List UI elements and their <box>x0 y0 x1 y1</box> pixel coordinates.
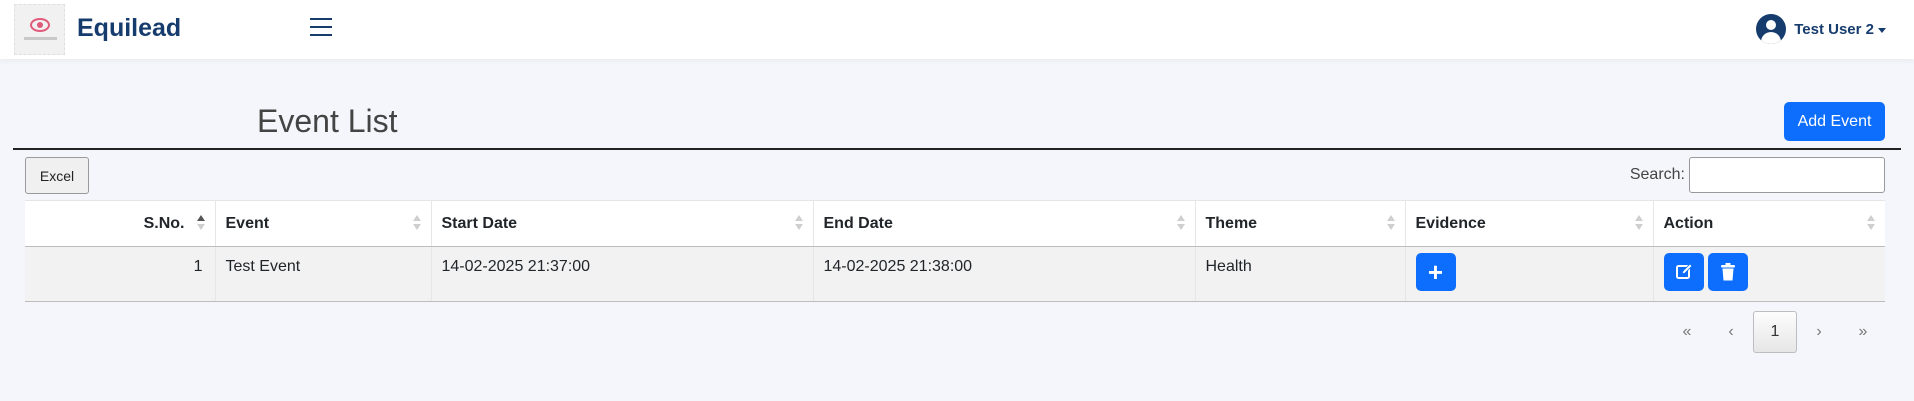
edit-button[interactable] <box>1663 253 1704 291</box>
page-first-button[interactable]: « <box>1665 311 1709 353</box>
page-prev-button[interactable]: ‹ <box>1709 311 1753 353</box>
search-box: Search: <box>1630 157 1885 193</box>
brand-name[interactable]: Equilead <box>77 14 181 43</box>
event-table: S.No. Event Start Date End Date Theme Ev… <box>25 200 1885 302</box>
page-title: Event List <box>257 103 398 139</box>
user-circle-icon <box>1756 14 1787 44</box>
excel-export-button[interactable]: Excel <box>25 157 89 194</box>
plus-icon: + <box>1427 257 1444 287</box>
column-header-sno[interactable]: S.No. <box>25 200 215 247</box>
cell-event: Test Event <box>214 246 431 302</box>
sort-icon <box>1176 215 1185 231</box>
cell-evidence: + <box>1404 246 1653 302</box>
page-last-button[interactable]: » <box>1841 311 1885 353</box>
company-logo[interactable] <box>14 4 65 55</box>
hamburger-icon[interactable] <box>310 18 332 38</box>
sort-icon <box>1634 215 1643 231</box>
logo-caption <box>24 37 57 40</box>
edit-icon <box>1675 263 1693 279</box>
column-header-action[interactable]: Action <box>1652 200 1885 247</box>
cell-start-date: 14-02-2025 21:37:00 <box>430 246 813 302</box>
logo-mark-icon <box>30 18 50 32</box>
table-row: 1 Test Event 14-02-2025 21:37:00 14-02-2… <box>25 246 1885 302</box>
sort-icon <box>1386 215 1395 231</box>
search-input[interactable] <box>1689 157 1885 193</box>
user-menu[interactable]: Test User 2 <box>1756 14 1886 44</box>
cell-end-date: 14-02-2025 21:38:00 <box>812 246 1195 302</box>
column-header-start-date[interactable]: Start Date <box>430 200 813 247</box>
trash-icon <box>1720 263 1735 281</box>
search-label: Search: <box>1629 166 1685 183</box>
user-name: Test User 2 <box>1794 20 1874 38</box>
sort-icon <box>794 215 803 231</box>
page-next-button[interactable]: › <box>1797 311 1841 353</box>
delete-button[interactable] <box>1707 253 1748 291</box>
column-header-theme[interactable]: Theme <box>1194 200 1405 247</box>
cell-sno: 1 <box>25 246 215 302</box>
cell-action <box>1652 246 1885 302</box>
top-navbar: Equilead Test User 2 <box>0 0 1914 59</box>
pagination: « ‹ 1 › » <box>1665 311 1885 353</box>
cell-theme: Health <box>1194 246 1405 302</box>
table-header-row: S.No. Event Start Date End Date Theme Ev… <box>25 200 1885 247</box>
column-header-end-date[interactable]: End Date <box>812 200 1195 247</box>
column-header-evidence[interactable]: Evidence <box>1404 200 1653 247</box>
sort-ascending-icon <box>196 215 205 231</box>
title-divider <box>13 148 1901 150</box>
sort-icon <box>412 215 421 231</box>
caret-down-icon <box>1878 27 1886 33</box>
page-number-current[interactable]: 1 <box>1753 311 1797 353</box>
column-header-event[interactable]: Event <box>214 200 431 247</box>
sort-icon <box>1867 215 1875 231</box>
add-event-button[interactable]: Add Event <box>1784 102 1885 141</box>
add-evidence-button[interactable]: + <box>1415 253 1456 291</box>
